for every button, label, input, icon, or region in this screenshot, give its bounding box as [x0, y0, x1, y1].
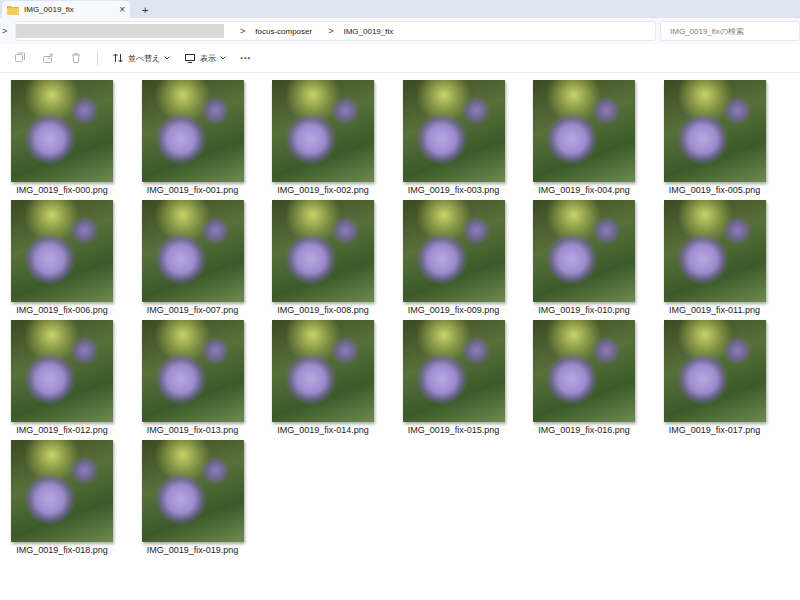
close-tab-button[interactable]: ×	[119, 4, 125, 15]
share-icon[interactable]	[41, 51, 55, 65]
thumbnail-photo	[11, 200, 113, 302]
more-button[interactable]: ···	[240, 52, 251, 64]
view-icon	[184, 52, 196, 64]
file-name: IMG_0019_fix-015.png	[408, 425, 500, 436]
dropdown-chevron-icon	[164, 56, 170, 60]
tab-title: IMG_0019_fix	[24, 5, 114, 14]
file-name: IMG_0019_fix-016.png	[538, 425, 630, 436]
trash-icon[interactable]	[69, 51, 83, 65]
file-item[interactable]: IMG_0019_fix-017.png	[653, 320, 777, 436]
file-item[interactable]: IMG_0019_fix-014.png	[261, 320, 385, 436]
search-field[interactable]: IMG_0019_fixの検索	[660, 21, 800, 41]
thumbnail-photo	[142, 440, 244, 542]
cut-icon[interactable]	[13, 51, 27, 65]
thumbnail-photo	[142, 320, 244, 422]
file-name: IMG_0019_fix-010.png	[538, 305, 630, 316]
file-name: IMG_0019_fix-007.png	[147, 305, 239, 316]
file-name: IMG_0019_fix-013.png	[147, 425, 239, 436]
expand-button[interactable]: >	[2, 26, 11, 36]
thumbnail-photo	[664, 80, 766, 182]
file-item[interactable]: IMG_0019_fix-010.png	[522, 200, 646, 316]
file-name: IMG_0019_fix-000.png	[16, 185, 108, 196]
file-name: IMG_0019_fix-012.png	[16, 425, 108, 436]
new-tab-button[interactable]: +	[142, 4, 148, 16]
thumbnail-photo	[11, 440, 113, 542]
breadcrumb-separator: >	[328, 26, 333, 36]
thumbnail-photo	[533, 80, 635, 182]
file-item[interactable]: IMG_0019_fix-001.png	[131, 80, 255, 196]
tab-bar: IMG_0019_fix × +	[0, 0, 800, 18]
file-name: IMG_0019_fix-004.png	[538, 185, 630, 196]
thumbnail-photo	[11, 320, 113, 422]
file-name: IMG_0019_fix-006.png	[16, 305, 108, 316]
file-explorer: IMG_0019_fix × + > > focus-composer > IMG_0019_…	[0, 0, 800, 600]
file-name: IMG_0019_fix-008.png	[277, 305, 369, 316]
file-item[interactable]: IMG_0019_fix-016.png	[522, 320, 646, 436]
address-row: > > focus-composer > IMG_0019_fix IMG_0019_fi…	[0, 18, 800, 44]
file-item[interactable]: IMG_0019_fix-000.png	[0, 80, 124, 196]
folder-tab[interactable]: IMG_0019_fix ×	[2, 1, 130, 18]
folder-icon	[7, 5, 19, 15]
file-name: IMG_0019_fix-001.png	[147, 185, 239, 196]
thumbnail-photo	[664, 320, 766, 422]
file-item[interactable]: IMG_0019_fix-009.png	[392, 200, 516, 316]
file-item[interactable]: IMG_0019_fix-007.png	[131, 200, 255, 316]
file-name: IMG_0019_fix-014.png	[277, 425, 369, 436]
thumbnail-photo	[403, 320, 505, 422]
file-name: IMG_0019_fix-018.png	[16, 545, 108, 556]
thumbnail-photo	[272, 200, 374, 302]
file-item[interactable]: IMG_0019_fix-013.png	[131, 320, 255, 436]
file-name: IMG_0019_fix-005.png	[669, 185, 761, 196]
thumbnail-photo	[533, 320, 635, 422]
toolbar: 並べ替え 表示 ···	[0, 44, 800, 73]
file-item[interactable]: IMG_0019_fix-018.png	[0, 440, 124, 556]
file-item[interactable]: IMG_0019_fix-006.png	[0, 200, 124, 316]
sort-icon	[112, 52, 124, 64]
file-grid: IMG_0019_fix-000.png IMG_0019_fix-001.png…	[0, 73, 800, 556]
thumbnail-photo	[142, 80, 244, 182]
file-name: IMG_0019_fix-019.png	[147, 545, 239, 556]
thumbnail-photo	[403, 80, 505, 182]
file-name: IMG_0019_fix-011.png	[669, 305, 760, 316]
search-placeholder: IMG_0019_fixの検索	[670, 26, 744, 37]
file-name: IMG_0019_fix-009.png	[408, 305, 500, 316]
file-item[interactable]: IMG_0019_fix-008.png	[261, 200, 385, 316]
thumbnail-photo	[272, 80, 374, 182]
breadcrumb-separator: >	[240, 26, 245, 36]
thumbnail-photo	[403, 200, 505, 302]
file-item[interactable]: IMG_0019_fix-005.png	[653, 80, 777, 196]
address-bar[interactable]: > focus-composer > IMG_0019_fix	[15, 21, 656, 41]
redacted-path	[16, 24, 224, 38]
file-item[interactable]: IMG_0019_fix-011.png	[653, 200, 777, 316]
file-item[interactable]: IMG_0019_fix-019.png	[131, 440, 255, 556]
file-name: IMG_0019_fix-002.png	[277, 185, 369, 196]
file-item[interactable]: IMG_0019_fix-012.png	[0, 320, 124, 436]
dropdown-chevron-icon	[220, 56, 226, 60]
file-name: IMG_0019_fix-003.png	[408, 185, 500, 196]
breadcrumb[interactable]: focus-composer	[255, 27, 312, 36]
toolbar-button[interactable]: 並べ替え	[112, 52, 170, 64]
file-item[interactable]: IMG_0019_fix-003.png	[392, 80, 516, 196]
toolbar-divider	[97, 51, 98, 65]
toolbar-button[interactable]: 表示	[184, 52, 226, 64]
file-item[interactable]: IMG_0019_fix-004.png	[522, 80, 646, 196]
file-item[interactable]: IMG_0019_fix-002.png	[261, 80, 385, 196]
thumbnail-photo	[533, 200, 635, 302]
thumbnail-photo	[142, 200, 244, 302]
file-name: IMG_0019_fix-017.png	[669, 425, 761, 436]
thumbnail-photo	[11, 80, 113, 182]
thumbnail-photo	[664, 200, 766, 302]
thumbnail-photo	[272, 320, 374, 422]
file-item[interactable]: IMG_0019_fix-015.png	[392, 320, 516, 436]
breadcrumb[interactable]: IMG_0019_fix	[343, 27, 393, 36]
